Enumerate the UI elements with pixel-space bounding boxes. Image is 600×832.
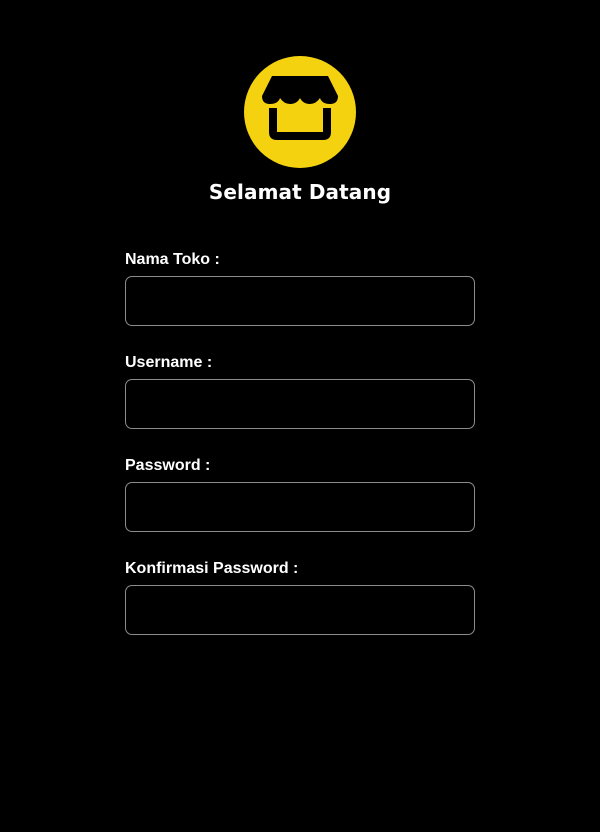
store-icon — [262, 76, 338, 140]
password-input[interactable] — [125, 482, 475, 532]
username-label: Username : — [125, 354, 213, 371]
confirm-password-input[interactable] — [125, 585, 475, 635]
store-name-label: Nama Toko : — [125, 251, 220, 268]
store-name-input[interactable] — [125, 276, 475, 326]
store-logo — [244, 56, 356, 168]
page-title: Selamat Datang — [208, 180, 392, 204]
confirm-password-label: Konfirmasi Password : — [125, 560, 299, 577]
password-label: Password : — [125, 457, 211, 474]
username-input[interactable] — [125, 379, 475, 429]
